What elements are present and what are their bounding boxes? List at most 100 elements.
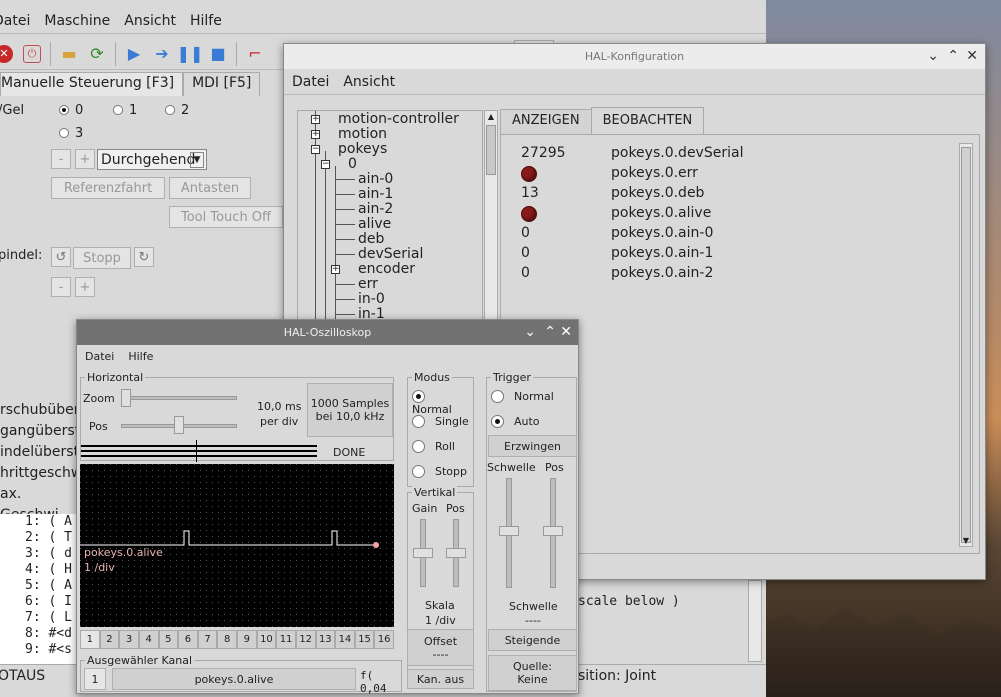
expand-icon[interactable]: +	[311, 115, 320, 124]
trigger-edge-button[interactable]: Steigende	[488, 629, 577, 651]
collapse-icon[interactable]: −	[311, 145, 320, 154]
gain-slider-thumb[interactable]	[413, 548, 433, 558]
channel-16[interactable]: 16	[374, 630, 394, 649]
tab-beobachten[interactable]: BEOBACHTEN	[590, 107, 705, 134]
menu-hilfe[interactable]: Hilfe	[190, 13, 222, 29]
reload-icon[interactable]: ⟳	[85, 42, 109, 66]
selected-channel-number[interactable]: 1	[84, 668, 106, 690]
trigger-level-slider-thumb[interactable]	[499, 526, 519, 536]
maximize-icon[interactable]: ⌃	[544, 320, 556, 345]
collapse-icon[interactable]: −	[321, 160, 330, 169]
offset-button[interactable]: Offset ----	[407, 629, 474, 666]
scope-menu-hilfe[interactable]: Hilfe	[128, 350, 153, 363]
mode-roll[interactable]: Roll	[412, 440, 455, 453]
gcode-listing[interactable]: 1: ( A 2: ( T 3: ( d 4: ( H 5: ( A 6: ( …	[0, 514, 76, 664]
jog-minus-button[interactable]: -	[51, 149, 71, 169]
menu-maschine[interactable]: Maschine	[44, 13, 110, 29]
mode-single[interactable]: Single	[412, 415, 469, 428]
channel-12[interactable]: 12	[295, 630, 316, 649]
block-delete-icon[interactable]: ⌐	[243, 42, 267, 66]
tab-manual-control[interactable]: Manuelle Steuerung [F3]	[0, 72, 184, 96]
channel-5[interactable]: 5	[158, 630, 179, 649]
menu-ansicht[interactable]: Ansicht	[124, 13, 176, 29]
zoom-slider-thumb[interactable]	[121, 389, 131, 407]
tree-item-in-0[interactable]: in-0	[358, 291, 385, 307]
channel-4[interactable]: 4	[138, 630, 159, 649]
tool-touch-off-button[interactable]: Tool Touch Off	[169, 206, 283, 228]
hal-menu-ansicht[interactable]: Ansicht	[343, 74, 395, 90]
tree-item-pokeys[interactable]: pokeys	[338, 141, 387, 157]
run-icon[interactable]: ▶	[122, 42, 146, 66]
watch-scrollbar[interactable]: ▲ ▼	[959, 143, 973, 547]
pos-slider-thumb[interactable]	[174, 416, 184, 434]
scope-display[interactable]: pokeys.0.alive 1 /div	[80, 464, 394, 627]
mode-normal[interactable]: Normal	[412, 390, 473, 416]
trigger-normal[interactable]: Normal	[491, 390, 554, 403]
tree-item-ain-0[interactable]: ain-0	[358, 171, 393, 187]
stop-icon[interactable]: ■	[206, 42, 230, 66]
tree-item-devserial[interactable]: devSerial	[358, 246, 423, 262]
close-icon[interactable]: ✕	[560, 320, 572, 345]
tree-item-ain-1[interactable]: ain-1	[358, 186, 393, 202]
channel-11[interactable]: 11	[276, 630, 296, 649]
tree-item-motion[interactable]: motion	[338, 126, 387, 142]
spindle-ccw-icon[interactable]: ↺	[51, 247, 71, 267]
jog-option-1[interactable]: 1	[113, 103, 137, 118]
trigger-auto[interactable]: Auto	[491, 415, 540, 428]
tree-item-ain-2[interactable]: ain-2	[358, 201, 393, 217]
spindle-stop-button[interactable]: Stopp	[73, 247, 131, 269]
scroll-thumb[interactable]	[486, 125, 496, 175]
channel-7[interactable]: 7	[197, 630, 218, 649]
channel-2[interactable]: 2	[99, 630, 120, 649]
close-icon[interactable]: ✕	[966, 44, 978, 69]
selected-channel-name[interactable]: pokeys.0.alive	[112, 668, 356, 690]
zoom-slider[interactable]	[121, 396, 237, 400]
code-scrollbar[interactable]	[748, 580, 762, 662]
scroll-up-icon[interactable]: ▲	[486, 112, 496, 122]
spindle-cw-icon[interactable]: ↻	[134, 247, 154, 267]
menu-datei[interactable]: Datei	[0, 13, 30, 29]
hal-tree[interactable]: + motion-controller + motion − pokeys − …	[297, 110, 483, 322]
channel-3[interactable]: 3	[119, 630, 139, 649]
scroll-thumb[interactable]	[961, 147, 971, 543]
channel-6[interactable]: 6	[178, 630, 198, 649]
tree-item-alive[interactable]: alive	[358, 216, 391, 232]
channel-8[interactable]: 8	[217, 630, 237, 649]
jog-option-3[interactable]: 3	[59, 126, 83, 141]
expand-icon[interactable]: +	[331, 265, 340, 274]
jog-option-0[interactable]: 0	[59, 103, 83, 118]
tree-item-err[interactable]: err	[358, 276, 378, 292]
maximize-icon[interactable]: ⌃	[947, 44, 959, 69]
estop-icon[interactable]: ✕	[0, 42, 16, 66]
tree-item-motion-controller[interactable]: motion-controller	[338, 111, 459, 127]
pause-icon[interactable]: ❚❚	[177, 42, 204, 66]
channel-off-button[interactable]: Kan. aus	[407, 669, 474, 689]
minimize-icon[interactable]: ⌄	[927, 44, 939, 69]
force-trigger-button[interactable]: Erzwingen	[488, 435, 577, 457]
jog-plus-button[interactable]: +	[75, 149, 95, 169]
tree-scrollbar[interactable]: ▲	[484, 110, 498, 322]
mode-stop[interactable]: Stopp	[412, 465, 467, 478]
channel-9[interactable]: 9	[237, 630, 257, 649]
home-button[interactable]: Referenzfahrt	[51, 177, 165, 199]
tree-item-encoder[interactable]: encoder	[358, 261, 415, 277]
samples-button[interactable]: 1000 Samples bei 10,0 kHz	[307, 383, 393, 437]
tab-anzeigen[interactable]: ANZEIGEN	[500, 109, 592, 134]
jog-mode-select[interactable]: Durchgehend ▼	[97, 149, 207, 170]
tree-item-0[interactable]: 0	[348, 156, 357, 172]
channel-15[interactable]: 15	[354, 630, 375, 649]
tree-item-deb[interactable]: deb	[358, 231, 384, 247]
hal-menu-datei[interactable]: Datei	[292, 74, 329, 90]
channel-10[interactable]: 10	[256, 630, 277, 649]
tab-mdi[interactable]: MDI [F5]	[183, 72, 261, 96]
trigger-pos-slider-thumb[interactable]	[543, 526, 563, 536]
channel-13[interactable]: 13	[315, 630, 336, 649]
power-icon[interactable]: ⏻	[20, 42, 44, 66]
vertical-pos-slider-thumb[interactable]	[446, 548, 466, 558]
touch-off-button[interactable]: Antasten	[169, 177, 251, 199]
scroll-down-icon[interactable]: ▼	[961, 536, 971, 545]
scope-menu-datei[interactable]: Datei	[85, 350, 114, 363]
spindle-plus-button[interactable]: +	[75, 277, 95, 297]
trigger-source-button[interactable]: Quelle: Keine	[488, 655, 577, 691]
channel-14[interactable]: 14	[335, 630, 355, 649]
